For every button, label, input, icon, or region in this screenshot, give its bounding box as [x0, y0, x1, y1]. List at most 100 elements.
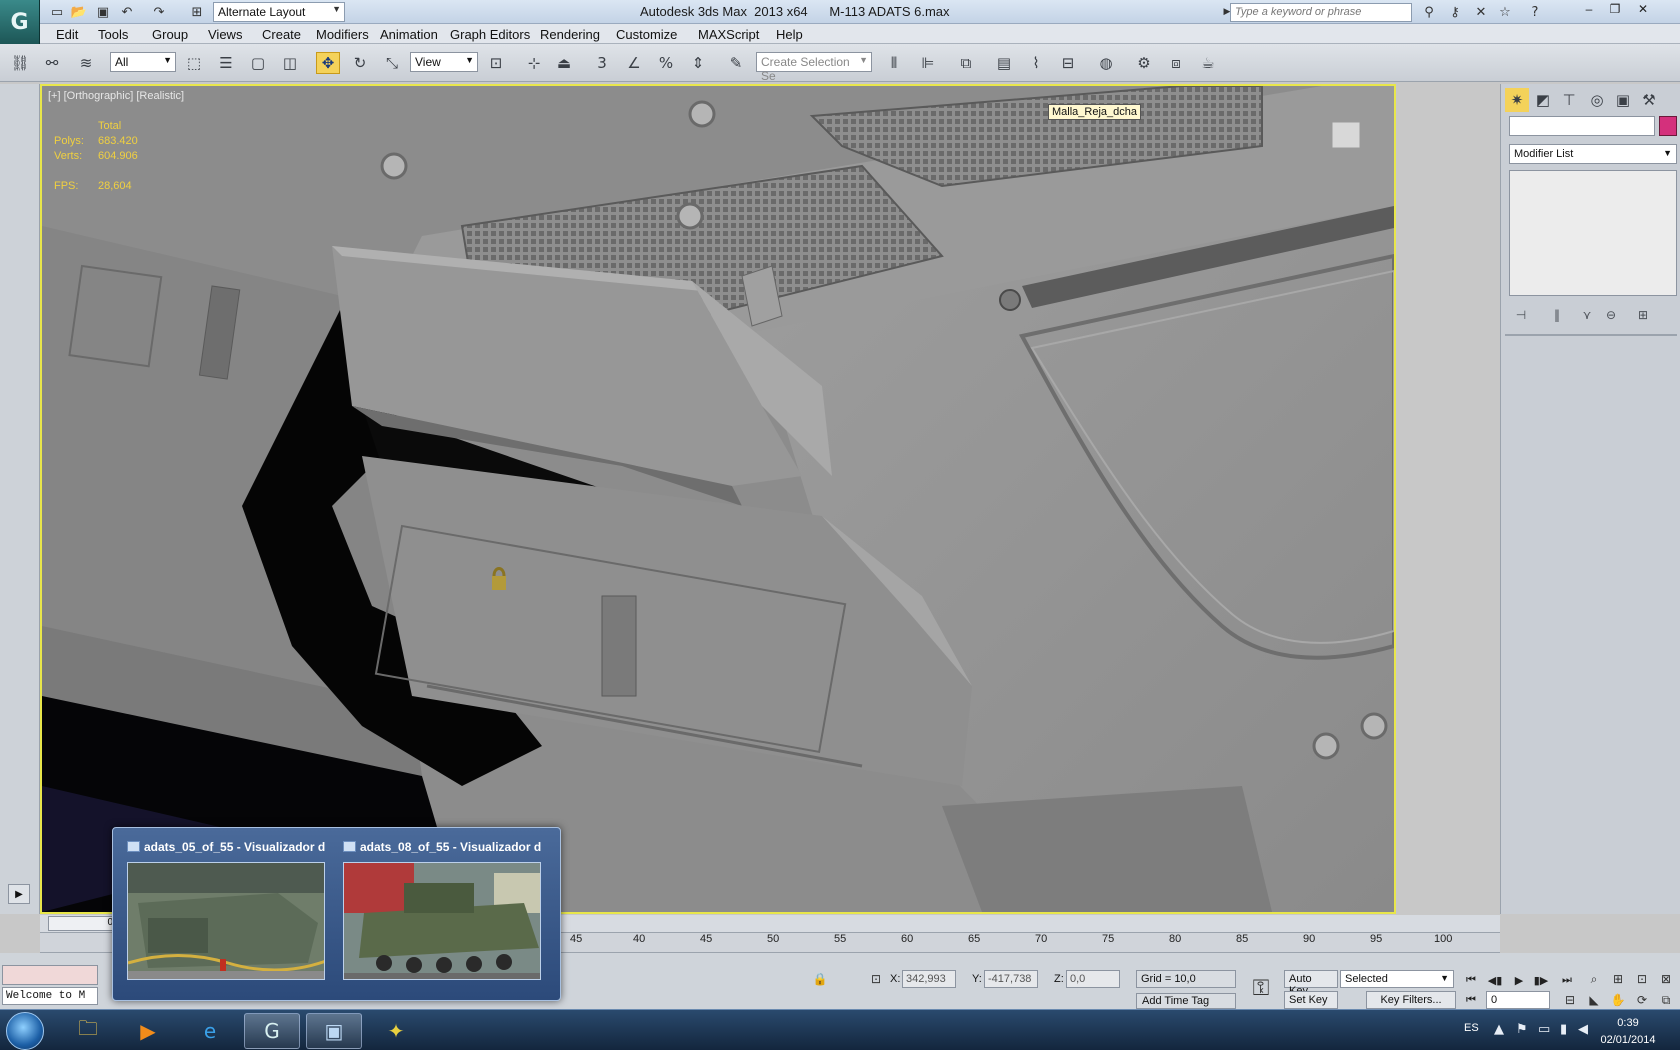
snaps-toggle-icon[interactable]: 3 — [590, 52, 614, 74]
spinner-snap-icon[interactable]: ⇕ — [686, 52, 710, 74]
mirror-icon[interactable]: ⫴ — [882, 52, 906, 74]
selection-filter-dropdown[interactable]: All ▼ — [110, 52, 176, 72]
show-hidden-icons-icon[interactable]: ▲ — [1494, 1022, 1504, 1037]
x-coordinate-field[interactable]: 342,993 — [902, 970, 956, 988]
play-arrow-icon[interactable]: ▶ — [8, 884, 30, 904]
absolute-mode-icon[interactable]: ⊡ — [866, 970, 886, 988]
add-time-tag-button[interactable]: Add Time Tag — [1136, 993, 1236, 1009]
display-tab-icon[interactable]: ▣ — [1611, 88, 1635, 112]
select-and-rotate-icon[interactable]: ↻ — [348, 52, 372, 74]
favorites-star-icon[interactable]: ☆ — [1496, 3, 1514, 21]
field-of-view-icon[interactable]: ◣ — [1584, 991, 1604, 1009]
object-name-field[interactable] — [1509, 116, 1655, 136]
pin-stack-icon[interactable]: ⊣ — [1511, 306, 1531, 324]
explorer-taskbar-icon[interactable]: 🗀 — [60, 1013, 116, 1049]
configure-modifier-sets-icon[interactable]: ⊞ — [1633, 306, 1653, 324]
start-button[interactable] — [6, 1012, 44, 1050]
keyboard-shortcut-override-icon[interactable]: ⏏ — [552, 52, 576, 74]
media-player-taskbar-icon[interactable]: ▶ — [120, 1013, 176, 1049]
edit-named-selection-icon[interactable]: ✎ — [724, 52, 748, 74]
zoom-icon[interactable]: ⌕ — [1584, 970, 1604, 988]
key-filters-button[interactable]: Key Filters... — [1366, 991, 1456, 1009]
pan-view-icon[interactable]: ✋ — [1608, 991, 1628, 1009]
motion-tab-icon[interactable]: ◎ — [1585, 88, 1609, 112]
current-frame-field[interactable]: 0 — [1486, 991, 1550, 1009]
menu-views[interactable]: Views — [208, 27, 242, 42]
modify-tab-icon[interactable]: ◩ — [1531, 88, 1555, 112]
thumbnail-item[interactable]: adats_05_of_55 - Visualizador de... — [123, 840, 325, 992]
open-file-icon[interactable]: 📂 — [70, 3, 88, 21]
material-editor-icon[interactable]: ◍ — [1094, 52, 1118, 74]
volume-icon[interactable]: ◀ — [1578, 1022, 1588, 1037]
maximize-viewport-icon[interactable]: ⧉ — [1656, 991, 1676, 1009]
zoom-extents-icon[interactable]: ⊡ — [1632, 970, 1652, 988]
align-icon[interactable]: ⊫ — [916, 52, 940, 74]
perspective-viewport[interactable]: [+] [Orthographic] [Realistic] Total Pol… — [40, 84, 1396, 914]
hierarchy-tab-icon[interactable]: ⊤ — [1557, 88, 1581, 112]
undo-icon[interactable]: ↶ — [118, 3, 136, 21]
orbit-icon[interactable]: ⟳ — [1632, 991, 1652, 1009]
modifier-stack[interactable] — [1509, 170, 1677, 296]
app-taskbar-icon[interactable]: ✦ — [368, 1013, 424, 1049]
app-logo-icon[interactable]: G — [0, 0, 40, 44]
create-selection-set-dropdown[interactable]: Create Selection Se ▼ — [756, 52, 872, 83]
clock-time[interactable]: 0:39 — [1598, 1017, 1658, 1029]
percent-snap-icon[interactable]: % — [654, 52, 678, 74]
z-coordinate-field[interactable]: 0,0 — [1066, 970, 1120, 988]
internet-explorer-taskbar-icon[interactable]: e — [182, 1013, 238, 1049]
go-to-start-icon[interactable]: ⏮ — [1460, 971, 1482, 989]
menu-customize[interactable]: Customize — [616, 27, 677, 42]
menu-create[interactable]: Create — [262, 27, 301, 42]
remove-modifier-icon[interactable]: ⊖ — [1601, 306, 1621, 324]
zoom-all-icon[interactable]: ⊞ — [1608, 970, 1628, 988]
maxscript-mini-listener[interactable] — [2, 965, 98, 985]
viewcube[interactable] — [1331, 121, 1361, 149]
select-by-name-icon[interactable]: ☰ — [214, 52, 238, 74]
clock-date[interactable]: 02/01/2014 — [1592, 1034, 1664, 1046]
communication-icon[interactable]: ✕ — [1472, 3, 1490, 21]
window-crossing-icon[interactable]: ◫ — [278, 52, 302, 74]
welcome-prompt[interactable]: Welcome to M — [2, 987, 98, 1005]
close-button[interactable]: ✕ — [1630, 0, 1656, 18]
make-unique-icon[interactable]: ⋎ — [1577, 306, 1597, 324]
render-setup-icon[interactable]: ⚙ — [1132, 52, 1156, 74]
select-and-manipulate-icon[interactable]: ⊹ — [522, 52, 546, 74]
redo-icon[interactable]: ↷ — [150, 3, 168, 21]
subscription-icon[interactable]: ⚷ — [1446, 3, 1464, 21]
key-mode-dropdown[interactable]: Selected ▼ — [1340, 970, 1454, 988]
viewport-label[interactable]: [+] [Orthographic] [Realistic] — [48, 90, 184, 102]
zoom-extents-all-icon[interactable]: ⊠ — [1656, 970, 1676, 988]
graphite-modeling-icon[interactable]: ▤ — [992, 52, 1016, 74]
image-viewer-taskbar-icon[interactable]: ▣ — [306, 1013, 362, 1049]
select-and-link-icon[interactable]: ⛓ — [8, 52, 32, 74]
reference-coordinate-dropdown[interactable]: View ▼ — [410, 52, 478, 72]
3dsmax-taskbar-icon[interactable]: G — [244, 1013, 300, 1049]
binoculars-icon[interactable]: ⚲ — [1420, 3, 1438, 21]
menu-group[interactable]: Group — [152, 27, 188, 42]
angle-snap-icon[interactable]: ∠ — [622, 52, 646, 74]
network-icon[interactable]: ▭ — [1538, 1022, 1550, 1037]
render-production-icon[interactable]: ☕ — [1196, 52, 1220, 74]
menu-maxscript[interactable]: MAXScript — [698, 27, 759, 42]
bind-space-warp-icon[interactable]: ≋ — [74, 52, 98, 74]
next-frame-icon[interactable]: ▮▶ — [1530, 971, 1552, 989]
project-folder-icon[interactable]: ⊞ — [188, 3, 206, 21]
select-object-icon[interactable]: ⬚ — [182, 52, 206, 74]
select-and-move-icon[interactable]: ✥ — [316, 52, 340, 74]
previous-frame-icon[interactable]: ◀▮ — [1484, 971, 1506, 989]
pivot-center-icon[interactable]: ⊡ — [484, 52, 508, 74]
menu-animation[interactable]: Animation — [380, 27, 438, 42]
curve-editor-icon[interactable]: ⌇ — [1024, 52, 1048, 74]
workspace-dropdown[interactable]: Alternate Layout ▼ — [213, 2, 345, 22]
input-language-indicator[interactable]: ES — [1464, 1022, 1479, 1034]
auto-key-button[interactable]: Auto Key — [1284, 970, 1338, 997]
y-coordinate-field[interactable]: -417,738 — [984, 970, 1038, 988]
restore-button[interactable]: ❐ — [1602, 0, 1628, 18]
create-tab-icon[interactable]: ✷ — [1505, 88, 1529, 112]
menu-help[interactable]: Help — [776, 27, 803, 42]
set-key-button[interactable]: Set Key — [1284, 991, 1338, 1009]
action-center-flag-icon[interactable]: ⚑ — [1516, 1022, 1528, 1037]
layer-manager-icon[interactable]: ⧉ — [954, 52, 978, 74]
lock-icon[interactable]: 🔒 — [810, 970, 830, 988]
select-and-scale-icon[interactable]: ⤡ — [380, 52, 404, 74]
